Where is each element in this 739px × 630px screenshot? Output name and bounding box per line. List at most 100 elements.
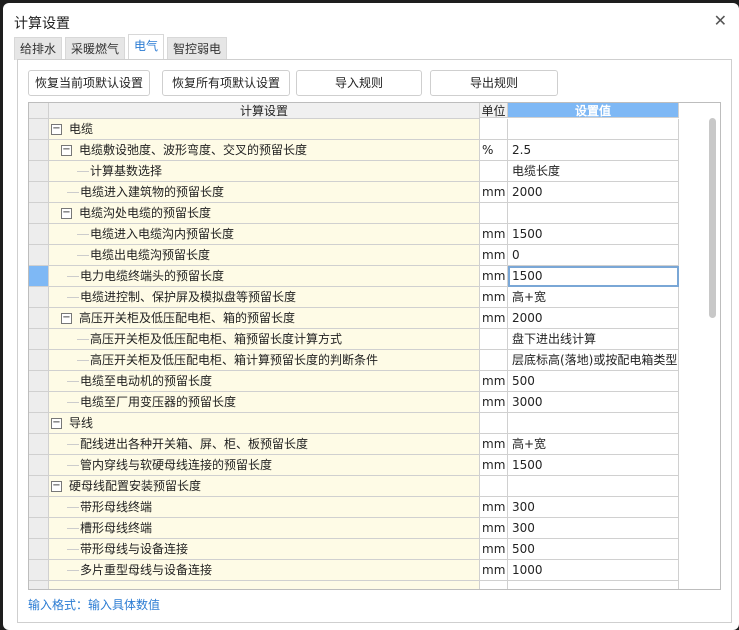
row-header[interactable] <box>29 350 49 371</box>
table-row[interactable]: 管内穿线与软硬母线连接的预留长度 mm 1500 <box>29 455 679 476</box>
value-cell[interactable]: 盘下进出线计算 <box>508 329 679 350</box>
row-header[interactable] <box>29 287 49 308</box>
tree-line <box>67 507 79 508</box>
row-header[interactable] <box>29 371 49 392</box>
value-cell[interactable]: 500 <box>508 539 679 560</box>
row-header[interactable] <box>29 497 49 518</box>
tab-panel: 恢复当前项默认设置 恢复所有项默认设置 导入规则 导出规则 计算设置 单位 设置… <box>17 59 732 623</box>
value-cell[interactable]: 高+宽 <box>508 434 679 455</box>
row-header[interactable] <box>29 245 49 266</box>
table-row[interactable]: − 电缆敷设弛度、波形弯度、交叉的预留长度 % 2.5 <box>29 140 679 161</box>
row-header[interactable] <box>29 560 49 581</box>
row-header[interactable] <box>29 539 49 560</box>
row-header[interactable] <box>29 266 49 287</box>
row-header[interactable] <box>29 140 49 161</box>
table-row[interactable]: − 高压开关柜及低压配电柜、箱的预留长度 mm 2000 <box>29 308 679 329</box>
value-cell[interactable]: 0 <box>508 245 679 266</box>
table-row[interactable]: 电缆出电缆沟预留长度 mm 0 <box>29 245 679 266</box>
export-rules-button[interactable]: 导出规则 <box>430 70 558 96</box>
value-cell[interactable]: 1500 <box>508 455 679 476</box>
input-format-hint: 输入格式：输入具体数值 <box>28 598 161 612</box>
table-row[interactable]: − 硬母线配置安装预留长度 <box>29 476 679 497</box>
collapse-icon[interactable]: − <box>51 124 62 135</box>
value-cell[interactable]: 层底标高(落地)或按配电箱类型 <box>508 350 679 371</box>
row-header[interactable] <box>29 203 49 224</box>
table-row[interactable]: 多片重型母线与设备连接 mm 1000 <box>29 560 679 581</box>
row-header[interactable] <box>29 329 49 350</box>
row-header[interactable] <box>29 434 49 455</box>
table-row[interactable]: 电缆进入建筑物的预留长度 mm 2000 <box>29 182 679 203</box>
row-header[interactable] <box>29 392 49 413</box>
tree-line <box>77 360 89 361</box>
import-rules-button[interactable]: 导入规则 <box>296 70 422 96</box>
value-cell[interactable]: 3000 <box>508 392 679 413</box>
row-header[interactable] <box>29 182 49 203</box>
setting-name: 带形母线与设备连接 <box>80 542 189 556</box>
tree-line <box>77 171 89 172</box>
value-cell[interactable]: 500 <box>508 371 679 392</box>
value-cell[interactable]: 300 <box>508 518 679 539</box>
row-header[interactable] <box>29 413 49 434</box>
table-row[interactable]: 电缆至厂用变压器的预留长度 mm 3000 <box>29 392 679 413</box>
unit-cell: mm <box>480 266 508 287</box>
unit-cell: mm <box>480 539 508 560</box>
vertical-scrollbar[interactable] <box>709 118 716 318</box>
setting-name: 槽形母线终端 <box>80 521 153 535</box>
calc-settings-dialog: 计算设置 ✕ 给排水 采暖燃气 电气 智控弱电 恢复当前项默认设置 恢复所有项默… <box>3 3 739 630</box>
collapse-icon[interactable]: − <box>61 313 72 324</box>
tab-electrical[interactable]: 电气 <box>128 34 165 60</box>
table-row[interactable]: 带形母线与设备连接 mm 500 <box>29 539 679 560</box>
row-header[interactable] <box>29 308 49 329</box>
row-header[interactable] <box>29 119 49 140</box>
setting-name-cell: 电缆进控制、保护屏及模拟盘等预留长度 <box>49 287 480 308</box>
value-cell[interactable]: 2000 <box>508 308 679 329</box>
value-cell[interactable]: 电缆长度 <box>508 161 679 182</box>
collapse-icon[interactable]: − <box>61 208 72 219</box>
value-cell[interactable] <box>508 119 679 140</box>
row-header[interactable] <box>29 455 49 476</box>
value-cell[interactable] <box>508 476 679 497</box>
table-row[interactable]: 槽形母线终端 mm 300 <box>29 518 679 539</box>
value-cell[interactable]: 1500 <box>508 224 679 245</box>
table-row[interactable]: − 导线 <box>29 413 679 434</box>
table-row[interactable]: 电缆进控制、保护屏及模拟盘等预留长度 mm 高+宽 <box>29 287 679 308</box>
table-row[interactable]: 电缆至电动机的预留长度 mm 500 <box>29 371 679 392</box>
row-header[interactable] <box>29 518 49 539</box>
tree-line <box>67 528 79 529</box>
collapse-icon[interactable]: − <box>61 145 72 156</box>
table-row[interactable]: − 电缆沟处电缆的预留长度 <box>29 203 679 224</box>
table-row[interactable]: − 电缆 <box>29 119 679 140</box>
value-cell[interactable] <box>508 203 679 224</box>
table-row[interactable]: 电力电缆终端头的预留长度 mm 1500 <box>29 266 679 287</box>
row-header[interactable] <box>29 476 49 497</box>
tab-heating-gas[interactable]: 采暖燃气 <box>65 37 126 60</box>
value-cell[interactable]: 300 <box>508 497 679 518</box>
restore-current-default-button[interactable]: 恢复当前项默认设置 <box>28 70 150 96</box>
value-cell[interactable] <box>508 413 679 434</box>
setting-name-cell: 带形母线与设备连接 <box>49 539 480 560</box>
setting-name: 带形母线终端 <box>80 500 153 514</box>
value-cell[interactable]: 2000 <box>508 182 679 203</box>
table-row-partial <box>29 581 679 589</box>
table-row[interactable]: 配线进出各种开关箱、屏、柜、板预留长度 mm 高+宽 <box>29 434 679 455</box>
setting-name: 电缆至厂用变压器的预留长度 <box>80 395 237 409</box>
table-row[interactable]: 带形母线终端 mm 300 <box>29 497 679 518</box>
row-header[interactable] <box>29 224 49 245</box>
collapse-icon[interactable]: − <box>51 481 62 492</box>
table-row[interactable]: 计算基数选择 电缆长度 <box>29 161 679 182</box>
value-cell[interactable]: 1000 <box>508 560 679 581</box>
value-cell[interactable]: 2.5 <box>508 140 679 161</box>
value-cell[interactable]: 1500 <box>508 266 679 287</box>
tab-water[interactable]: 给排水 <box>14 37 63 60</box>
collapse-icon[interactable]: − <box>51 418 62 429</box>
setting-name-cell: − 导线 <box>49 413 480 434</box>
row-header[interactable] <box>29 161 49 182</box>
value-cell[interactable]: 高+宽 <box>508 287 679 308</box>
table-row[interactable]: 电缆进入电缆沟内预留长度 mm 1500 <box>29 224 679 245</box>
setting-name: 硬母线配置安装预留长度 <box>69 479 202 493</box>
table-row[interactable]: 高压开关柜及低压配电柜、箱预留长度计算方式 盘下进出线计算 <box>29 329 679 350</box>
tab-smart-control[interactable]: 智控弱电 <box>167 37 228 60</box>
restore-all-default-button[interactable]: 恢复所有项默认设置 <box>162 70 290 96</box>
table-row[interactable]: 高压开关柜及低压配电柜、箱计算预留长度的判断条件 层底标高(落地)或按配电箱类型 <box>29 350 679 371</box>
close-icon[interactable]: ✕ <box>714 11 727 30</box>
